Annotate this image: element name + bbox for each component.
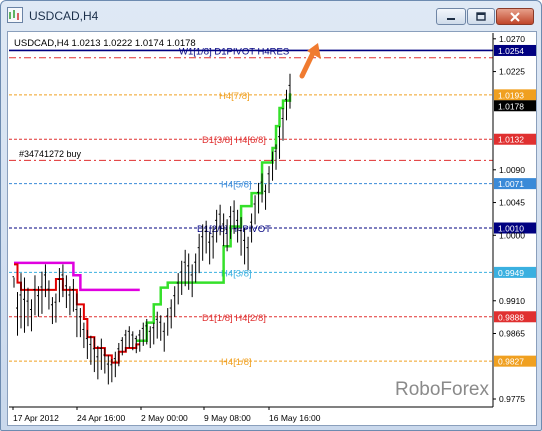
roboforex-watermark: RoboForex — [395, 379, 489, 400]
price-box-label: 0.9888 — [498, 312, 524, 322]
price-box-label: 0.9827 — [498, 357, 524, 367]
close-button[interactable] — [496, 8, 534, 25]
price-tick-label: 1.0225 — [499, 67, 525, 77]
price-axis: 1.0270 1.0225 1.0090 1.0045 1.0000 0.9910 0.98… — [9, 33, 525, 408]
price-box-label: 1.0178 — [498, 101, 524, 111]
price-box-label: 1.0193 — [498, 90, 524, 100]
time-tick-label: 2 May 00:00 — [141, 413, 188, 423]
price-box-label: 1.0071 — [498, 179, 524, 189]
order-label: #34741272 buy — [19, 149, 82, 159]
level-label: D1[3/8] H4[6/8] — [202, 135, 266, 146]
title-bar[interactable]: USDCAD,H4 — [1, 1, 541, 31]
window-title: USDCAD,H4 — [29, 9, 99, 23]
restore-icon — [476, 12, 486, 21]
price-tick-label: 1.0045 — [499, 198, 525, 208]
chart-window: USDCAD,H4 W1[1/8] D1PIVOT H4RES 1.0254 H4[… — [0, 0, 542, 431]
price-tick-label: 0.9910 — [499, 296, 525, 306]
time-tick-label: 24 Apr 16:00 — [77, 413, 125, 423]
close-icon — [510, 11, 520, 22]
price-tick-label: 1.0090 — [499, 165, 525, 175]
price-chart[interactable]: W1[1/8] D1PIVOT H4RES 1.0254H4[7/8] 1.0193… — [7, 31, 537, 426]
arrow-annotation — [299, 43, 321, 79]
chart-app-icon — [7, 7, 23, 23]
restore-button[interactable] — [467, 8, 495, 25]
price-box-label: 1.0132 — [498, 135, 524, 145]
level-label: H4[1/8] — [221, 357, 252, 368]
level-label: H4[3/8] — [221, 268, 252, 279]
time-tick-label: 17 Apr 2012 — [13, 413, 59, 423]
price-box-label: 0.9949 — [498, 268, 524, 278]
chart-header: USDCAD,H4 1.0213 1.0222 1.0174 1.0178 — [14, 38, 196, 49]
green-indicator-line — [136, 93, 292, 343]
time-tick-label: 16 May 16:00 — [269, 413, 321, 423]
price-tick-label: 0.9775 — [499, 394, 525, 404]
time-tick-label: 9 May 08:00 — [204, 413, 251, 423]
price-tick-label: 0.9865 — [499, 329, 525, 339]
level-label: H4[7/8] — [219, 91, 250, 102]
minimize-button[interactable] — [436, 8, 466, 25]
magenta-indicator-line — [14, 261, 140, 292]
time-axis: 17 Apr 2012 24 Apr 16:00 2 May 00:00 9 May … — [12, 407, 321, 423]
price-tick-label: 1.0270 — [499, 34, 525, 44]
level-label: H4[5/8] — [221, 180, 252, 191]
price-tick-label: 1.0000 — [499, 230, 525, 240]
minimize-icon — [447, 17, 455, 20]
price-box-label: 1.0254 — [498, 46, 524, 56]
level-label: D1[1/8] H4[2/8] — [202, 313, 266, 324]
